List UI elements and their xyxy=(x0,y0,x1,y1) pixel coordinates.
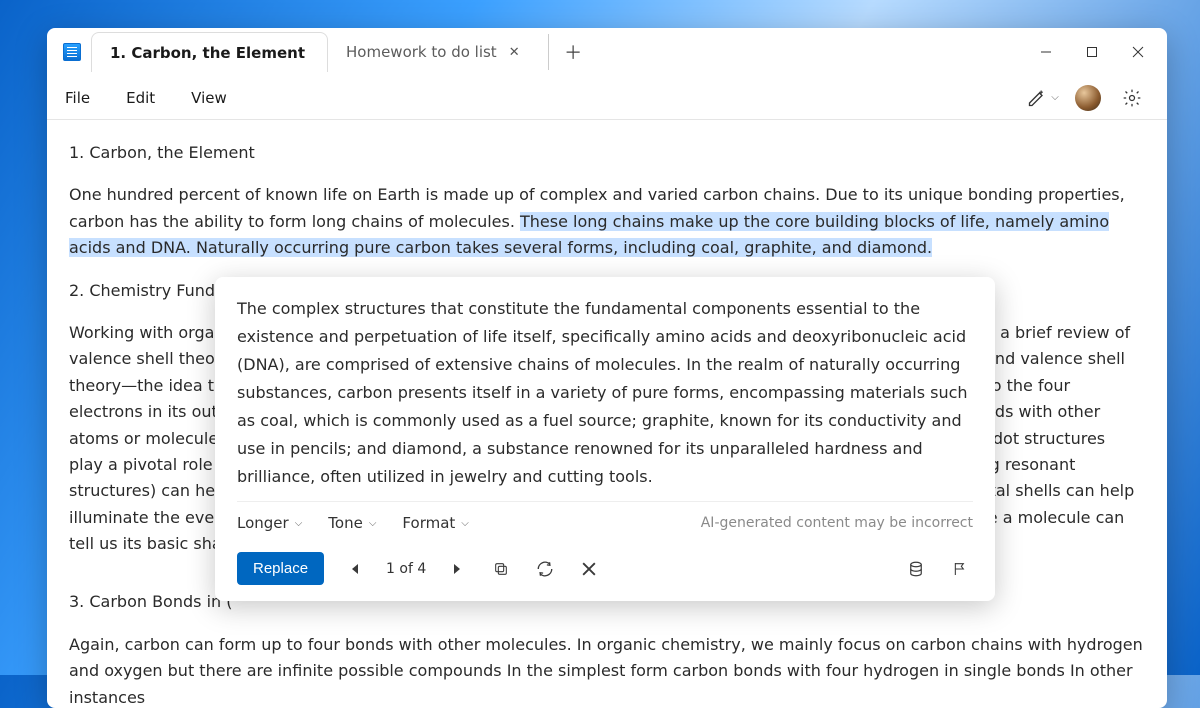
tab-label: 1. Carbon, the Element xyxy=(110,44,305,62)
replace-button[interactable]: Replace xyxy=(237,552,324,585)
ai-rewrite-button[interactable]: ⌵ xyxy=(1019,81,1067,115)
paragraph-1: One hundred percent of known life on Ear… xyxy=(69,182,1145,261)
menu-view[interactable]: View xyxy=(191,83,245,113)
copy-icon[interactable] xyxy=(488,556,514,582)
discard-icon[interactable] xyxy=(576,556,602,582)
rewrite-options-row: Longer ⌵ Tone ⌵ Format ⌵ AI-generated co… xyxy=(237,501,973,546)
chevron-down-icon: ⌵ xyxy=(1051,92,1059,103)
format-option[interactable]: Format ⌵ xyxy=(402,514,468,532)
next-suggestion-button[interactable] xyxy=(444,556,470,582)
user-avatar[interactable] xyxy=(1075,85,1101,111)
tab-strip: 1. Carbon, the Element Homework to do li… xyxy=(91,32,1023,72)
length-option[interactable]: Longer ⌵ xyxy=(237,514,302,532)
chevron-down-icon: ⌵ xyxy=(295,518,303,529)
titlebar: 1. Carbon, the Element Homework to do li… xyxy=(47,28,1167,76)
regenerate-icon[interactable] xyxy=(532,556,558,582)
menu-edit[interactable]: Edit xyxy=(126,83,173,113)
paragraph-3: Again, carbon can form up to four bonds … xyxy=(69,632,1145,708)
add-tab-button[interactable]: ＋ xyxy=(548,34,584,70)
close-icon[interactable]: ✕ xyxy=(509,45,520,60)
ai-disclaimer: AI-generated content may be incorrect xyxy=(701,515,973,531)
menu-file[interactable]: File xyxy=(65,83,108,113)
tone-option[interactable]: Tone ⌵ xyxy=(328,514,376,532)
paragraph-2-left: Working with organi valence shell theory… xyxy=(69,320,239,558)
rewrite-suggestion-text: The complex structures that constitute t… xyxy=(237,295,973,501)
rewrite-footer: Replace 1 of 4 xyxy=(237,546,973,585)
tab-label: Homework to do list xyxy=(346,43,497,61)
notepad-app-icon xyxy=(63,43,81,61)
chevron-down-icon: ⌵ xyxy=(369,518,377,529)
close-button[interactable] xyxy=(1115,32,1161,72)
settings-button[interactable] xyxy=(1115,81,1149,115)
minimize-button[interactable] xyxy=(1023,32,1069,72)
tab-inactive[interactable]: Homework to do list ✕ xyxy=(328,32,542,72)
ai-rewrite-popup: The complex structures that constitute t… xyxy=(215,277,995,601)
tab-active[interactable]: 1. Carbon, the Element xyxy=(91,32,328,72)
feedback-flag-icon[interactable] xyxy=(947,556,973,582)
pager-label: 1 of 4 xyxy=(386,561,426,577)
maximize-button[interactable] xyxy=(1069,32,1115,72)
prev-suggestion-button[interactable] xyxy=(342,556,368,582)
chevron-down-icon: ⌵ xyxy=(461,518,469,529)
heading-1: 1. Carbon, the Element xyxy=(69,140,1145,166)
window-controls xyxy=(1023,32,1167,72)
menubar: File Edit View ⌵ xyxy=(47,76,1167,120)
data-usage-icon[interactable] xyxy=(903,556,929,582)
paragraph-2-right: de a brief review of ound valence shell … xyxy=(975,320,1145,558)
